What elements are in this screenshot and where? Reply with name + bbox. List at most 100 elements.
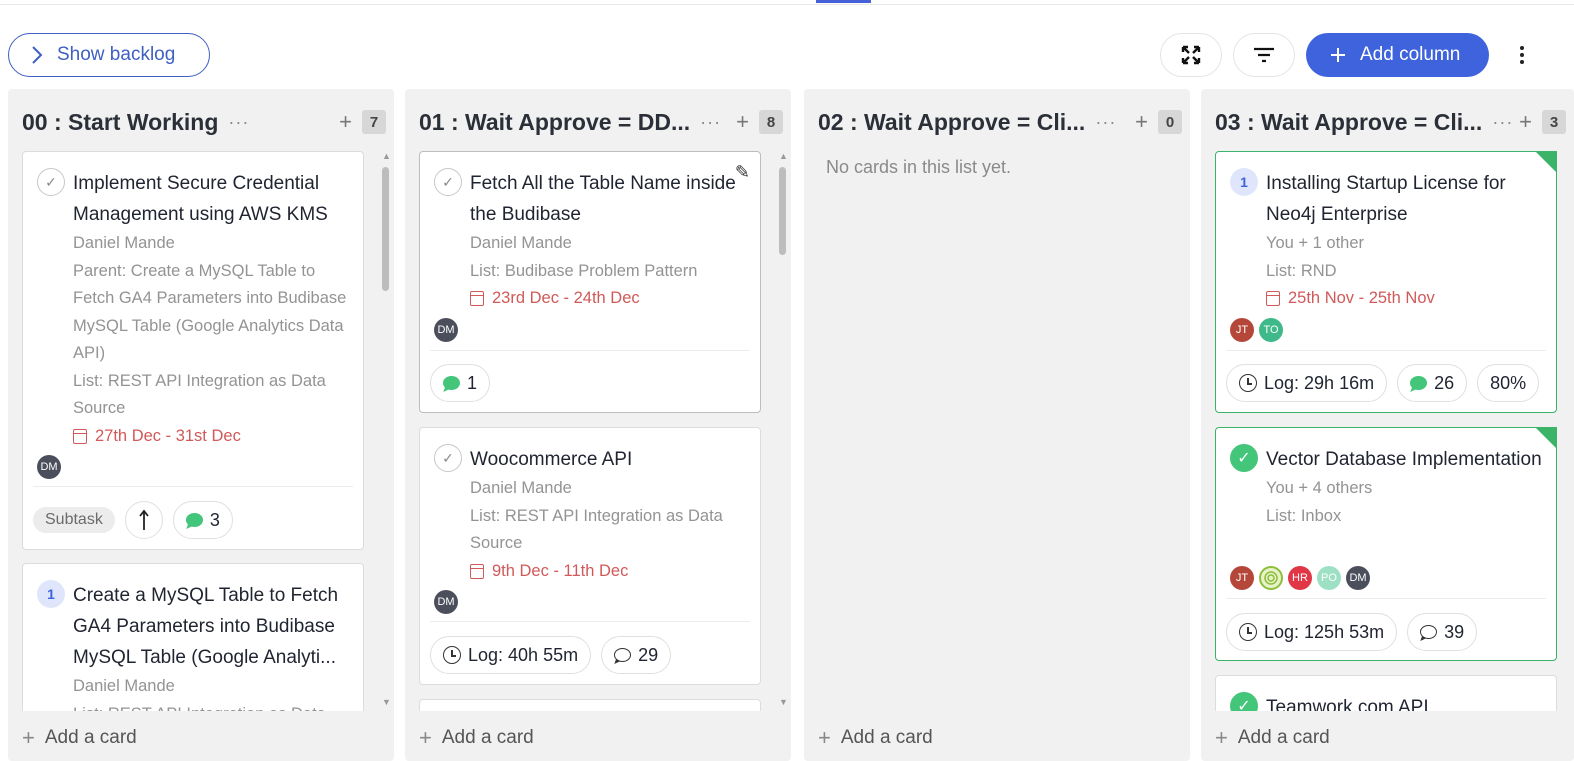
card-assignee: Daniel Mande: [73, 677, 175, 695]
column-card-count: 3: [1542, 110, 1566, 134]
comments-pill[interactable]: 29: [601, 636, 672, 674]
column-card-list: 1 Installing Startup License for Neo4j E…: [1215, 151, 1566, 711]
avatar[interactable]: PO: [1317, 566, 1341, 590]
column-add-icon[interactable]: +: [1519, 109, 1532, 135]
comments-pill[interactable]: 26: [1397, 364, 1468, 402]
add-card-button[interactable]: + Add a card: [818, 725, 933, 751]
task-card[interactable]: ✓ ✎ Fetch All the Table Name inside the …: [419, 151, 761, 413]
card-title: Fetch All the Table Name inside the Budi…: [470, 173, 736, 225]
completed-check-icon[interactable]: ✓: [1230, 444, 1258, 472]
avatar[interactable]: DM: [434, 590, 458, 614]
comments-pill[interactable]: 3: [172, 501, 233, 539]
column-wait-approve-client: 02 : Wait Approve = Cli... ··· + 0 No ca…: [804, 89, 1190, 761]
card-date: 27th Dec - 31st Dec: [73, 423, 349, 451]
card-footer: Log: 40h 55m 29: [430, 636, 672, 674]
card-divider: [430, 350, 750, 351]
card-divider: [1226, 350, 1546, 351]
time-log-pill[interactable]: Log: 29h 16m: [1226, 364, 1388, 402]
card-divider: [33, 486, 353, 487]
column-card-count: 7: [362, 110, 386, 134]
time-log-pill[interactable]: Log: 125h 53m: [1226, 613, 1398, 651]
column-card-count: 8: [759, 110, 783, 134]
card-avatars: JT TO: [1230, 318, 1283, 342]
card-date: 23rd Dec - 24th Dec: [470, 285, 746, 313]
task-card[interactable]: ✓ Woocommerce API Daniel Mande List: RES…: [419, 427, 761, 685]
comments-pill[interactable]: 1: [430, 364, 491, 402]
fullscreen-button[interactable]: [1160, 33, 1222, 77]
avatar[interactable]: DM: [37, 455, 61, 479]
comments-pill[interactable]: 39: [1407, 613, 1478, 651]
task-card[interactable]: 1 Create a MySQL Table to Fetch GA4 Para…: [22, 563, 364, 711]
avatar[interactable]: JT: [1230, 318, 1254, 342]
card-list: List: REST API Integration as Data Sourc…: [470, 506, 723, 553]
complete-check-icon[interactable]: ✓: [37, 168, 65, 196]
avatar[interactable]: [1259, 566, 1283, 590]
add-card-button[interactable]: + Add a card: [419, 725, 534, 751]
avatar[interactable]: HR: [1288, 566, 1312, 590]
avatar[interactable]: DM: [1346, 566, 1370, 590]
column-card-list: ✓ Implement Secure Credential Management…: [22, 151, 372, 711]
complete-check-icon[interactable]: ✓: [434, 444, 462, 472]
kebab-menu-icon: [1520, 46, 1524, 64]
card-date: 25th Nov - 25th Nov: [1266, 285, 1542, 313]
card-title: Create a MySQL Table to Fetch GA4 Parame…: [73, 585, 339, 668]
time-log-pill[interactable]: Log: 40h 55m: [430, 636, 592, 674]
column-add-icon[interactable]: +: [339, 109, 352, 135]
task-card[interactable]: [419, 699, 761, 711]
column-wait-approve-dd: 01 : Wait Approve = DD... ··· + 8 ✓ ✎ Fe…: [405, 89, 791, 761]
column-card-list: No cards in this list yet.: [818, 151, 1168, 711]
column-menu-icon[interactable]: ···: [1492, 112, 1513, 133]
comment-icon: [1410, 376, 1428, 390]
arrow-up-icon: [139, 509, 149, 530]
card-title: Teamwork.com API: [1266, 697, 1429, 711]
column-menu-icon[interactable]: ···: [228, 112, 249, 133]
empty-list-message: No cards in this list yet.: [826, 157, 1012, 177]
add-card-button[interactable]: + Add a card: [22, 725, 137, 751]
parent-link-button[interactable]: [124, 501, 163, 539]
card-title: Vector Database Implementation: [1266, 449, 1542, 470]
filter-button[interactable]: [1233, 33, 1295, 77]
column-start-working: 00 : Start Working ··· + 7 ✓ Implement S…: [8, 89, 394, 761]
column-add-icon[interactable]: +: [1135, 109, 1148, 135]
task-card[interactable]: ✓ Teamwork.com API: [1215, 675, 1557, 711]
task-card[interactable]: 1 Installing Startup License for Neo4j E…: [1215, 151, 1557, 413]
task-card[interactable]: ✓ Vector Database Implementation You + 4…: [1215, 427, 1557, 661]
plus-icon: +: [1215, 725, 1228, 750]
avatar[interactable]: TO: [1259, 318, 1283, 342]
column-scrollbar[interactable]: ▲ ▼: [382, 151, 391, 707]
add-column-button[interactable]: Add column: [1306, 33, 1489, 77]
column-scrollbar[interactable]: ▲ ▼: [779, 151, 788, 707]
task-card[interactable]: ✓ Implement Secure Credential Management…: [22, 151, 364, 550]
card-footer: Subtask 3: [33, 501, 233, 539]
card-assignee: You + 1 other: [1266, 234, 1365, 252]
avatar[interactable]: JT: [1230, 566, 1254, 590]
column-header: 00 : Start Working ··· + 7: [22, 107, 386, 137]
card-list: List: Inbox: [1266, 506, 1342, 525]
card-assignee: Daniel Mande: [73, 234, 175, 252]
expand-icon: [1181, 45, 1201, 65]
complete-check-icon[interactable]: ✓: [434, 168, 462, 196]
column-add-icon[interactable]: +: [736, 109, 749, 135]
column-wait-approve-client-2: 03 : Wait Approve = Cli... ··· + 3 1 Ins…: [1201, 89, 1574, 761]
completed-check-icon[interactable]: ✓: [1230, 692, 1258, 711]
column-menu-icon[interactable]: ···: [700, 112, 721, 133]
column-menu-icon[interactable]: ···: [1095, 112, 1116, 133]
plus-icon: +: [22, 725, 35, 750]
active-tab-indicator: [816, 0, 871, 3]
card-date: 9th Dec - 11th Dec: [470, 558, 746, 586]
card-parent: Parent: Create a MySQL Table to Fetch GA…: [73, 261, 347, 363]
avatar[interactable]: DM: [434, 318, 458, 342]
show-backlog-button[interactable]: Show backlog: [8, 33, 210, 77]
board-toolbar: Show backlog Add column: [0, 32, 1574, 78]
column-title: 02 : Wait Approve = Cli...: [818, 108, 1086, 135]
column-card-list: ✓ ✎ Fetch All the Table Name inside the …: [419, 151, 769, 711]
subtask-count-badge: 1: [1230, 168, 1258, 196]
top-tab-strip: [0, 0, 1574, 5]
card-avatars: DM: [37, 455, 61, 479]
comment-icon: [185, 513, 203, 527]
card-assignee: Daniel Mande: [470, 479, 572, 497]
add-card-button[interactable]: + Add a card: [1215, 725, 1330, 751]
column-header: 02 : Wait Approve = Cli... ··· + 0: [818, 107, 1182, 137]
card-list: List: REST API Integration as Data Sourc…: [73, 371, 326, 418]
more-options-button[interactable]: [1507, 33, 1537, 77]
